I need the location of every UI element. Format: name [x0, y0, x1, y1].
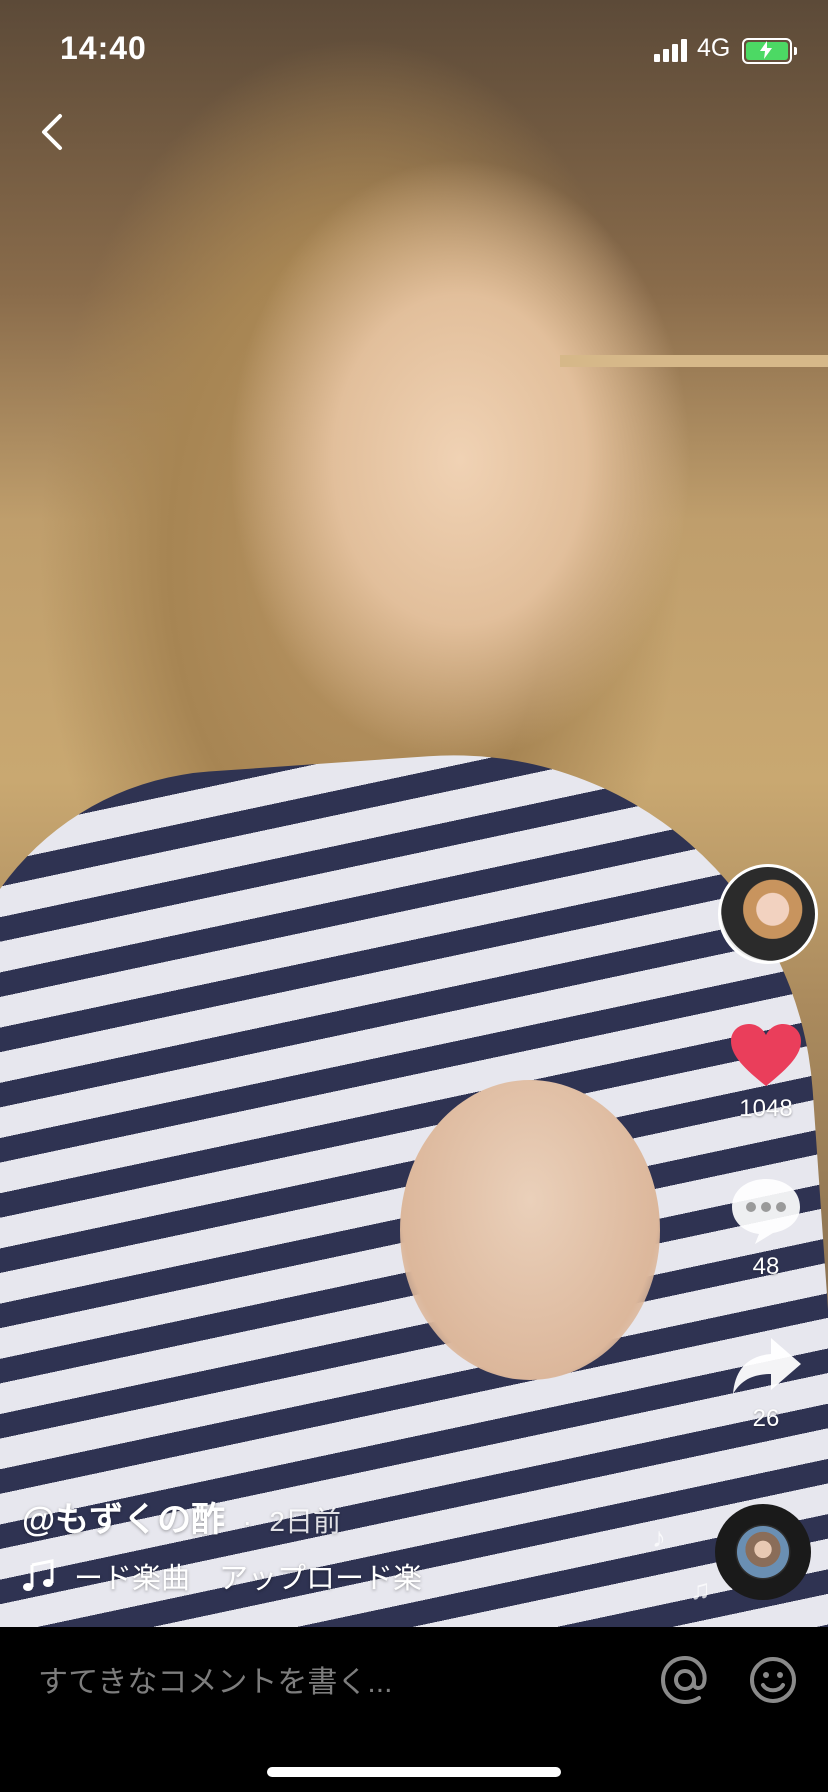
comment-bubble-icon [732, 1179, 800, 1244]
separator: · [242, 1506, 252, 1537]
music-note-icon [23, 1559, 54, 1591]
chevron-left-icon [42, 114, 62, 150]
hands [400, 1080, 660, 1380]
floating-note-icon: ♫ [690, 1574, 711, 1605]
music-line[interactable]: ード楽曲 アップロード楽 [22, 1556, 434, 1596]
author-name[interactable]: @もずくの酢 [22, 1501, 225, 1539]
status-time: 14:40 [60, 30, 147, 66]
status-bar: 14:40 4G [0, 0, 828, 100]
network-type: 4G [697, 34, 731, 62]
share-button[interactable]: 26 [720, 1334, 812, 1433]
floating-note-icon: ♪ [652, 1522, 666, 1553]
comment-button[interactable]: 48 [720, 1176, 812, 1281]
like-count: 1048 [739, 1095, 793, 1122]
mention-button[interactable] [658, 1653, 712, 1707]
charging-bolt-icon [760, 41, 772, 59]
smiley-icon [750, 1657, 796, 1703]
author-line: @もずくの酢 · 2日前 [22, 1492, 341, 1541]
like-button[interactable]: 1048 [720, 1022, 812, 1123]
comment-count: 48 [752, 1253, 780, 1280]
comment-input[interactable] [36, 1657, 600, 1709]
battery-icon [742, 38, 797, 64]
creator-avatar[interactable] [718, 864, 818, 964]
share-count: 26 [752, 1405, 780, 1432]
music-disc[interactable] [715, 1504, 811, 1600]
at-sign-icon [660, 1655, 707, 1705]
posted-time: 2日前 [269, 1506, 341, 1537]
heart-icon [731, 1024, 801, 1086]
emoji-button[interactable] [748, 1655, 798, 1705]
music-disc-cover [737, 1526, 789, 1578]
video-background[interactable] [0, 0, 828, 1627]
battery-cap [794, 47, 797, 55]
signal-icon [654, 38, 690, 62]
comment-bar [0, 1627, 828, 1792]
music-title: ード楽曲 アップロード楽 [74, 1563, 423, 1595]
back-button[interactable] [28, 106, 80, 158]
home-indicator[interactable] [267, 1767, 561, 1777]
share-arrow-icon [733, 1338, 801, 1394]
background-shelf [560, 355, 828, 367]
